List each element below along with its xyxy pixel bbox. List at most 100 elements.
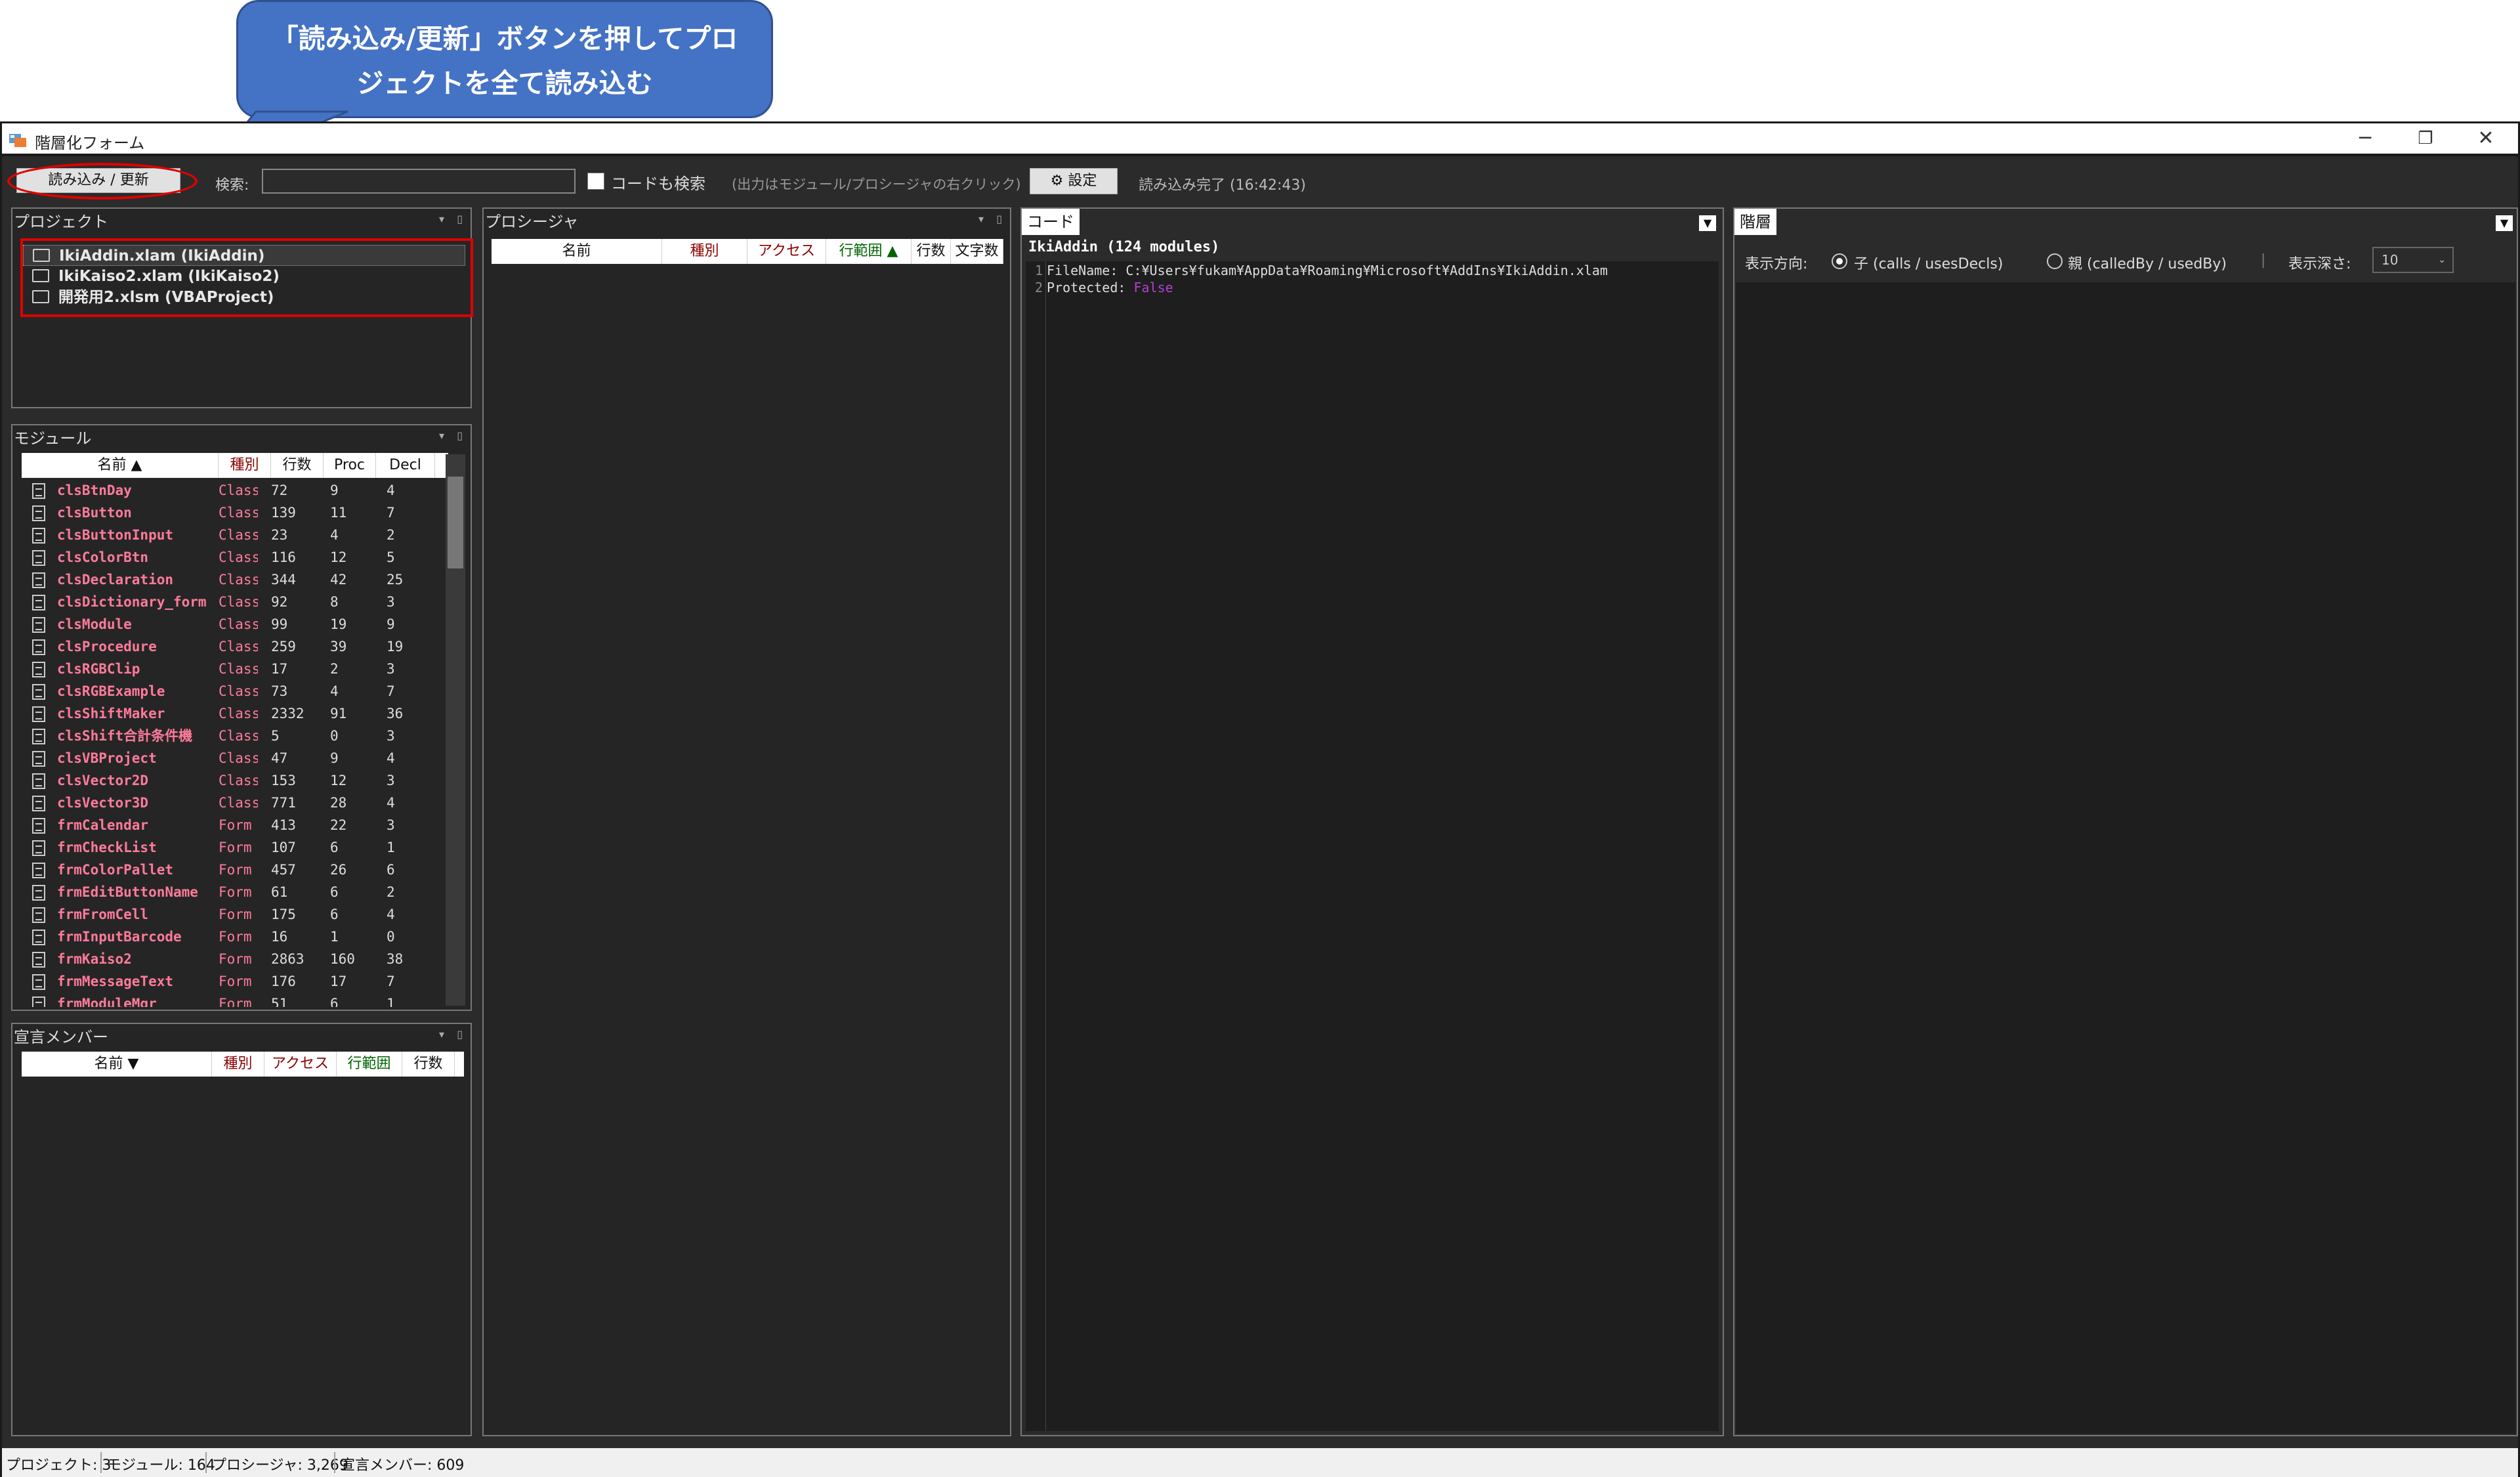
panel-menu-icon[interactable]: ▼ — [2496, 215, 2513, 231]
module-icon — [32, 996, 45, 1007]
module-icon — [32, 840, 45, 856]
col-header-range[interactable]: 行範囲 — [337, 1052, 402, 1077]
module-icon — [32, 550, 45, 566]
col-header-kind[interactable]: 種別 — [662, 239, 747, 264]
module-lines: 413 — [271, 817, 296, 833]
maximize-button[interactable]: ❐ — [2396, 123, 2455, 154]
col-header-access[interactable]: アクセス — [747, 239, 826, 264]
module-decl: 3 — [387, 773, 395, 788]
col-header-lines[interactable]: 行数 — [271, 453, 324, 478]
module-proc: 12 — [330, 549, 347, 565]
pin-icon[interactable]: ▯ — [457, 429, 463, 442]
dropdown-icon[interactable]: ▾ — [439, 429, 444, 442]
module-panel: モジュール ▾ ▯ 名前 ▲ 種別 行数 Proc Decl clsBtnDay… — [11, 424, 472, 1011]
module-icon — [32, 885, 45, 901]
module-decl: 1 — [387, 840, 395, 855]
dropdown-icon[interactable]: ▾ — [978, 213, 984, 225]
module-kind: Class — [219, 549, 258, 565]
line-number: 1 — [1035, 263, 1043, 278]
module-lines: 344 — [271, 572, 296, 588]
module-name: frmInputBarcode — [57, 929, 182, 945]
module-decl: 5 — [387, 549, 395, 565]
close-button[interactable]: ✕ — [2456, 123, 2515, 154]
col-header-access[interactable]: アクセス — [264, 1052, 337, 1077]
module-icon — [32, 706, 45, 722]
line-number: 2 — [1035, 280, 1043, 295]
col-header-name[interactable]: 名前 ▲ — [22, 453, 219, 478]
tab-code[interactable]: コード — [1022, 209, 1080, 235]
tab-hierarchy[interactable]: 階層 — [1734, 209, 1776, 235]
col-header-lines[interactable]: 行数 — [912, 239, 951, 264]
col-header-lines[interactable]: 行数 — [402, 1052, 455, 1077]
procedure-grid-header: 名前 種別 アクセス 行範囲 ▲ 行数 文字数 — [492, 239, 1003, 264]
module-name: clsVector3D — [57, 795, 149, 811]
module-lines: 176 — [271, 974, 296, 989]
module-lines: 175 — [271, 907, 296, 922]
option-separator: | — [2261, 252, 2266, 268]
module-kind: Form — [219, 817, 252, 833]
module-lines: 23 — [271, 527, 288, 543]
folder-icon — [32, 269, 49, 282]
module-lines: 116 — [271, 549, 296, 565]
pin-icon[interactable]: ▯ — [996, 213, 1002, 225]
project-item[interactable]: 開発用2.xlsm (VBAProject) — [23, 287, 274, 308]
module-kind: Class — [219, 750, 258, 766]
code-editor[interactable]: 1 FileName: C:¥Users¥fukam¥AppData¥Roamin… — [1026, 261, 1719, 1431]
search-input[interactable] — [262, 169, 576, 194]
module-name: clsRGBExample — [57, 683, 165, 699]
radio-parents[interactable] — [2047, 253, 2063, 269]
module-proc: 6 — [330, 840, 339, 855]
panel-menu-icon[interactable]: ▼ — [1699, 215, 1716, 231]
module-name: frmEditButtonName — [57, 884, 198, 900]
radio-children[interactable] — [1832, 253, 1847, 269]
module-decl: 7 — [387, 974, 395, 989]
module-lines: 17 — [271, 661, 288, 677]
minimize-button[interactable]: ─ — [2336, 123, 2395, 154]
dropdown-icon[interactable]: ▾ — [439, 213, 444, 225]
members-panel: 宣言メンバー ▾ ▯ 名前 ▼ 種別 アクセス 行範囲 行数 — [11, 1023, 472, 1436]
module-decl: 4 — [387, 795, 395, 811]
module-decl: 7 — [387, 683, 395, 699]
settings-button[interactable]: ⚙ 設定 — [1030, 168, 1118, 194]
dropdown-icon[interactable]: ▾ — [439, 1028, 444, 1040]
module-icon — [32, 505, 45, 521]
project-item[interactable]: IkiKaiso2.xlam (IkiKaiso2) — [23, 266, 280, 287]
code-value: False — [1133, 280, 1173, 295]
pin-icon[interactable]: ▯ — [457, 213, 463, 225]
module-lines: 5 — [271, 728, 280, 744]
code-header: IkiAddin (124 modules) — [1028, 239, 1220, 255]
col-header-proc[interactable]: Proc — [324, 453, 376, 478]
scroll-thumb[interactable] — [448, 477, 463, 568]
col-header-chars[interactable]: 文字数 — [951, 239, 1003, 264]
module-lines: 16 — [271, 929, 288, 945]
project-item[interactable]: IkiAddin.xlam (IkiAddin) — [23, 245, 465, 266]
module-decl: 4 — [387, 750, 395, 766]
module-kind: Class — [219, 594, 258, 610]
code-search-label: コードも検索 — [611, 175, 705, 193]
hierarchy-view[interactable] — [1736, 282, 2515, 1434]
module-panel-title: モジュール — [14, 429, 92, 448]
folder-icon — [33, 249, 50, 262]
col-header-range[interactable]: 行範囲 ▲ — [826, 239, 912, 264]
module-icon — [32, 528, 45, 544]
module-name: clsColorBtn — [57, 549, 149, 565]
module-icon — [32, 773, 45, 789]
app-window: 階層化フォーム ─ ❐ ✕ 読み込み / 更新 検索: コードも検索 (出力はモ… — [0, 121, 2520, 1477]
col-header-decl[interactable]: Decl — [376, 453, 435, 478]
module-icon — [32, 639, 45, 655]
pin-icon[interactable]: ▯ — [457, 1028, 463, 1040]
col-header-kind[interactable]: 種別 — [212, 1052, 264, 1077]
col-header-kind[interactable]: 種別 — [219, 453, 271, 478]
module-name: frmMessageText — [57, 974, 174, 989]
module-scrollbar[interactable] — [446, 454, 465, 1006]
module-kind: Class — [219, 482, 258, 498]
col-header-name[interactable]: 名前 ▼ — [22, 1052, 212, 1077]
module-kind: Class — [219, 728, 258, 744]
module-proc: 91 — [330, 706, 347, 721]
project-panel-title: プロジェクト — [14, 213, 108, 231]
col-header-name[interactable]: 名前 — [492, 239, 662, 264]
depth-select[interactable]: 10 ⌄ — [2372, 247, 2454, 273]
code-search-checkbox[interactable] — [587, 173, 604, 190]
module-proc: 12 — [330, 773, 347, 788]
module-name: clsButtonInput — [57, 527, 174, 543]
